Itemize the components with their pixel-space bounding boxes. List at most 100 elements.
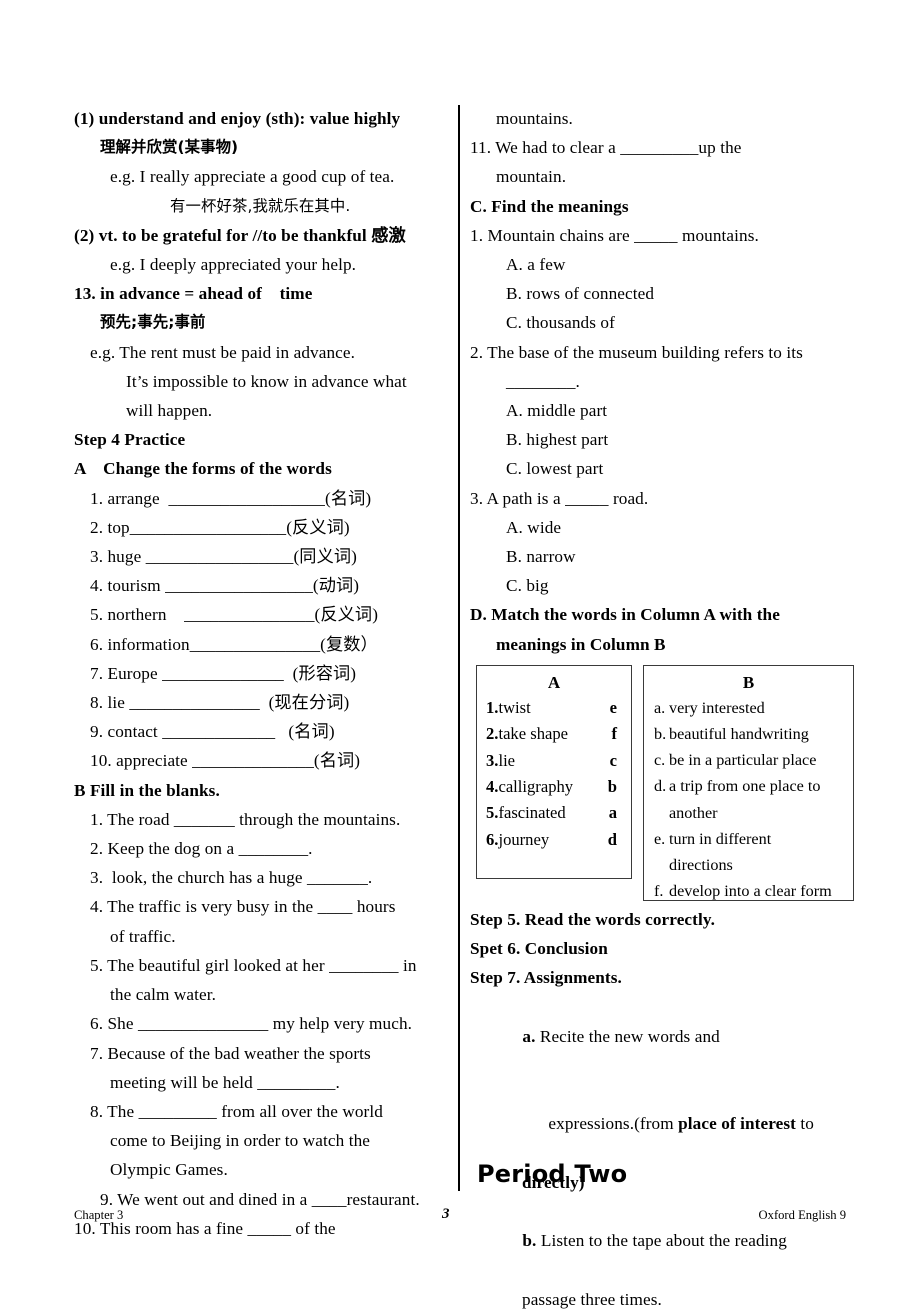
exercise-a-item: 4. tourism _________________(动词) — [90, 576, 360, 596]
column-a-box: A 1. twist e 2. take shape f 3. lie c 4. calligrap… — [476, 664, 632, 879]
exercise-c-option: A. wide — [506, 517, 562, 537]
left-column: (1) understand and enjoy (sth): value hi… — [74, 104, 446, 1243]
assignment-b-text: Listen to the tape about the reading — [536, 1231, 787, 1251]
column-b-row: c. be in a particular place — [644, 747, 853, 773]
exercise-b-item: 1. The road _______ through the mountain… — [90, 809, 401, 829]
column-a-row-answer: d — [607, 829, 617, 849]
vocab-entry-line: (1) understand and enjoy (sth): value hi… — [74, 109, 401, 128]
column-b-box: B a. very interested b. beautiful handwriti… — [643, 664, 854, 901]
exercise-b-heading: B Fill in the blanks. — [74, 780, 220, 800]
exercise-c-question: 1. Mountain chains are _____ mountains. — [470, 225, 759, 245]
column-b-row-list: a. very interested b. beautiful handwriting… — [644, 695, 853, 905]
column-a-row-word: calligraphy — [498, 777, 574, 797]
exercise-b-item-list: 1. The road _______ through the mountain… — [74, 805, 446, 1243]
exercise-b-item: 2. Keep the dog on a ________. — [90, 839, 313, 859]
exercise-c-option: A. middle part — [506, 401, 608, 421]
exercise-c-option: C. thousands of — [506, 313, 615, 333]
vocab-entry-line: 有一杯好茶,我就乐在其中. — [170, 196, 351, 215]
exercise-b-item-11-line: 11. We had to clear a _________up the — [470, 138, 742, 158]
exercise-b-item-wrap: Olympic Games. — [110, 1160, 228, 1180]
column-b-row-continuation: another — [669, 803, 718, 822]
right-column: mountains. 11. We had to clear a _______… — [470, 104, 858, 1314]
vocab-entry-line: 理解并欣赏(某事物) — [100, 138, 239, 157]
continuation-text: mountains. — [496, 109, 573, 128]
exercise-d-heading-line2: meanings in Column B — [496, 634, 666, 654]
period-two-heading: Period Two — [477, 1160, 628, 1188]
page-footer: Chapter 3 3 Oxford English 9 — [74, 1206, 846, 1228]
exercise-a-item: 10. appreciate ______________(名词) — [90, 751, 361, 771]
exercise-b-item-wrap: of traffic. — [110, 926, 176, 946]
exercise-c-option: C. big — [506, 576, 549, 596]
exercise-b-item: 6. She _______________ my help very much… — [90, 1014, 413, 1034]
column-a-row-list: 1. twist e 2. take shape f 3. lie c 4. calligraphy… — [477, 695, 631, 853]
column-a-row: 5. fascinated a — [477, 800, 631, 826]
exercise-b-item: 8. The _________ from all over the world — [90, 1101, 383, 1121]
assignment-a-line1: a. Recite the new words and — [496, 992, 858, 1080]
column-a-row-word: take shape — [498, 724, 569, 744]
assignment-a-label: a. — [522, 1026, 536, 1046]
step6-heading: Spet 6. Conclusion — [470, 939, 608, 959]
step5-heading: Step 5. Read the words correctly. — [470, 909, 715, 929]
column-a-row: 1. twist e — [477, 695, 631, 721]
column-a-row: 4. calligraphy b — [477, 774, 631, 800]
column-b-row-continuation: directions — [669, 856, 733, 875]
column-a-row-number: 3. — [486, 750, 499, 770]
column-b-row-text: beautiful handwriting — [669, 725, 809, 744]
exercise-a-heading: A Change the forms of the words — [74, 459, 332, 479]
column-a-row-answer: c — [609, 750, 617, 770]
vocab-entry-line: e.g. I really appreciate a good cup of t… — [110, 167, 395, 187]
column-a-row: 6. journey d — [477, 827, 631, 853]
exercise-b-item-11: 11. We had to clear a _________up the mou… — [470, 133, 858, 191]
vocab-entry-line: 预先;事先;事前 — [100, 313, 206, 332]
vocab-entry-line: 13. in advance = ahead of time — [74, 284, 313, 304]
column-b-row-label: f. — [654, 882, 664, 901]
exercise-b-item-11-line: mountain. — [496, 167, 567, 187]
assignment-a-line2-pre: expressions.(from — [548, 1114, 679, 1134]
exercise-d-heading-line1: D. Match the words in Column A with the — [470, 605, 780, 625]
exercise-a-item: 5. northern _______________(反义词) — [90, 605, 379, 625]
vocab-entry-line: will happen. — [126, 401, 213, 421]
column-a-row-answer: b — [607, 777, 617, 797]
assignment-b-label: b. — [522, 1231, 537, 1251]
exercise-b-item: 7. Because of the bad weather the sports — [90, 1043, 371, 1063]
exercise-c-question: 2. The base of the museum building refer… — [470, 342, 803, 362]
column-b-row-label: d. — [654, 777, 667, 796]
exercise-a-item: 2. top__________________(反义词) — [90, 517, 350, 537]
exercise-b-item-wrap: meeting will be held _________. — [110, 1072, 340, 1092]
column-b-header: B — [742, 672, 755, 692]
step4-heading: Step 4 Practice — [74, 430, 186, 450]
exercise-c-heading: C. Find the meanings — [470, 196, 629, 216]
column-a-row-number: 5. — [486, 803, 499, 823]
column-a-row-word: journey — [498, 829, 550, 849]
exercise-a-item-list: 1. arrange __________________(名词) 2. top_… — [74, 484, 446, 776]
exercise-c-option: B. narrow — [506, 547, 576, 567]
vocab-entry-list: (1) understand and enjoy (sth): value hi… — [74, 104, 446, 425]
exercise-a-item: 8. lie _______________ (现在分词) — [90, 693, 350, 713]
step7-heading: Step 7. Assignments. — [470, 968, 622, 988]
column-b-row-label: c. — [654, 751, 666, 770]
exercise-c-option: A. a few — [506, 255, 566, 275]
exercise-a-item: 6. information_______________(复数） — [90, 634, 378, 654]
exercise-a-item: 3. huge _________________(同义词) — [90, 547, 357, 567]
assignment-a-line2-post: to — [795, 1114, 814, 1134]
assignment-a-line2-bold: place of interest — [678, 1114, 796, 1134]
column-b-row: e. turn in different — [644, 826, 853, 852]
column-b-row: f. develop into a clear form — [644, 878, 853, 904]
exercise-b-item-wrap: come to Beijing in order to watch the — [110, 1131, 371, 1151]
document-page: (1) understand and enjoy (sth): value hi… — [0, 0, 920, 1309]
column-a-row-word: fascinated — [498, 803, 566, 823]
exercise-a-item: 1. arrange __________________(名词) — [90, 488, 372, 508]
exercise-c-question: 3. A path is a _____ road. — [470, 488, 649, 508]
footer-page-number: 3 — [442, 1206, 450, 1222]
column-b-row-label: e. — [654, 829, 666, 848]
exercise-c-option: C. lowest part — [506, 459, 604, 479]
column-a-row-answer: e — [609, 697, 617, 717]
column-b-row: b. beautiful handwriting — [644, 721, 853, 747]
column-a-row-answer: a — [608, 803, 617, 823]
column-a-row-number: 6. — [486, 829, 499, 849]
column-b-row: d. a trip from one place to — [644, 773, 853, 799]
column-a-header: A — [547, 672, 561, 692]
exercise-c-option: B. highest part — [506, 430, 609, 450]
column-b-row-label: b. — [654, 725, 667, 744]
column-b-row-text: very interested — [669, 698, 765, 717]
